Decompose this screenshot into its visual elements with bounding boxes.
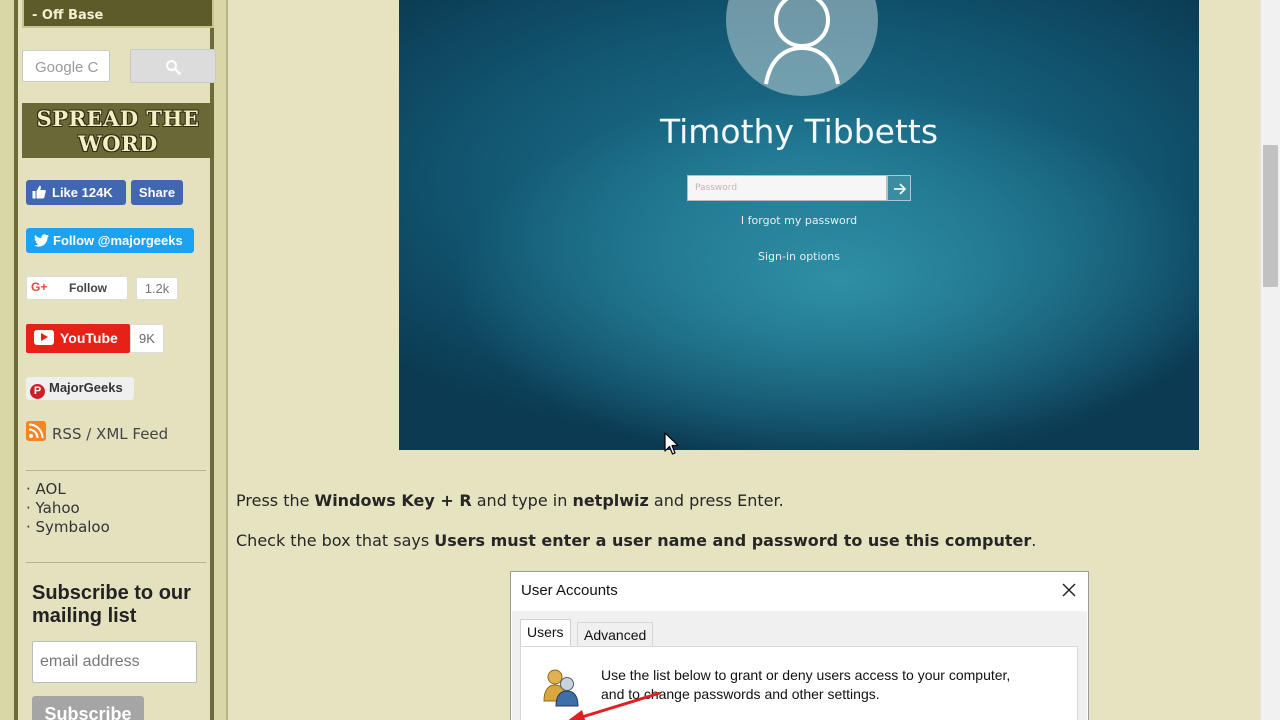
twitter-bird-icon: [34, 234, 49, 247]
google-plus-icon: G+: [31, 280, 48, 294]
step1-text: and type in: [471, 491, 573, 510]
password-submit-button: [887, 175, 911, 201]
google-search-input[interactable]: Google C: [22, 50, 110, 82]
step1-text: and press Enter.: [648, 491, 784, 510]
red-annotation-arrow: [568, 691, 661, 720]
youtube-label: YouTube: [60, 330, 118, 346]
rss-feed-link[interactable]: RSS / XML Feed: [26, 421, 206, 445]
pinterest-label: MajorGeeks: [49, 380, 123, 395]
password-field: Password: [687, 175, 887, 201]
facebook-share-button[interactable]: Share: [131, 180, 183, 205]
youtube-subscriber-count: 9K: [130, 324, 164, 353]
step1-key-combo: Windows Key + R: [314, 491, 472, 510]
twitter-follow-button[interactable]: Follow @majorgeeks: [26, 228, 194, 253]
description-line-1: Use the list below to grant or deny user…: [601, 667, 1011, 683]
facebook-like-button[interactable]: Like 124K: [26, 180, 126, 205]
rss-icon: [26, 421, 46, 441]
sidebar-link-off-base[interactable]: - Off Base: [22, 0, 214, 28]
google-plus-follow-label: Follow: [69, 281, 107, 295]
step2-text: Check the box that says: [236, 531, 435, 550]
spread-banner-line1: SPREAD THE: [36, 106, 200, 131]
step2-text: .: [1031, 531, 1037, 550]
google-plus-count: 1.2k: [136, 277, 178, 300]
step1-command: netplwiz: [572, 491, 649, 510]
search-icon: [166, 60, 181, 75]
step1-text: Press the: [236, 491, 315, 510]
thumbs-up-icon: [32, 185, 46, 199]
tab-users: Users: [520, 619, 571, 647]
spread-banner-line2: WORD: [78, 131, 158, 156]
arrow-right-icon: [894, 183, 907, 195]
sign-in-options-link: Sign-in options: [757, 250, 840, 263]
step2-checkbox-name: Users must enter a user name and passwor…: [434, 531, 1032, 550]
sidebar-divider: [26, 562, 206, 563]
left-sidebar: - Off Base Google C SPREAD THE WORD Like…: [0, 0, 228, 720]
subscribe-heading: Subscribe to our mailing list: [32, 582, 191, 627]
instruction-step-1: Press the Windows Key + R and type in ne…: [236, 491, 1116, 510]
dialog-title: User Accounts: [521, 582, 618, 599]
subscribe-button[interactable]: Subscribe: [32, 696, 144, 720]
sidebar-panel: - Off Base Google C SPREAD THE WORD Like…: [14, 0, 216, 720]
twitter-follow-label: Follow @majorgeeks: [53, 233, 183, 248]
mouse-pointer-icon: [664, 432, 679, 455]
page-scrollbar[interactable]: [1260, 0, 1280, 720]
google-search-button[interactable]: [130, 49, 216, 83]
user-silhouette-icon: [764, 0, 840, 85]
youtube-subscribe-button[interactable]: YouTube: [26, 324, 130, 353]
instruction-step-2: Check the box that says Users must enter…: [236, 531, 1116, 550]
tab-advanced: Advanced: [577, 622, 654, 646]
rss-feed-label: RSS / XML Feed: [52, 425, 169, 443]
scrollbar-thumb[interactable]: [1263, 145, 1278, 287]
google-plus-follow-button[interactable]: G+ Follow: [26, 276, 128, 300]
dialog-close-button: [1057, 578, 1081, 602]
bookmark-link-yahoo[interactable]: · Yahoo: [26, 499, 80, 517]
pinterest-follow-button[interactable]: P MajorGeeks: [26, 377, 134, 400]
forgot-password-link: I forgot my password: [740, 214, 858, 227]
spread-the-word-banner: SPREAD THE WORD: [22, 103, 214, 158]
bookmark-link-symbaloo[interactable]: · Symbaloo: [26, 518, 110, 536]
bookmark-link-aol[interactable]: · AOL: [26, 480, 66, 498]
user-avatar: [726, 0, 878, 96]
windows-login-screenshot: Timothy Tibbetts Password I forgot my pa…: [399, 0, 1199, 450]
email-address-input[interactable]: email address: [32, 641, 197, 683]
pinterest-icon: P: [30, 384, 45, 399]
facebook-like-label: Like 124K: [52, 185, 113, 200]
sidebar-divider: [26, 470, 206, 471]
login-user-name: Timothy Tibbetts: [659, 112, 939, 151]
youtube-play-icon: [34, 330, 54, 345]
close-icon: [1062, 583, 1076, 597]
